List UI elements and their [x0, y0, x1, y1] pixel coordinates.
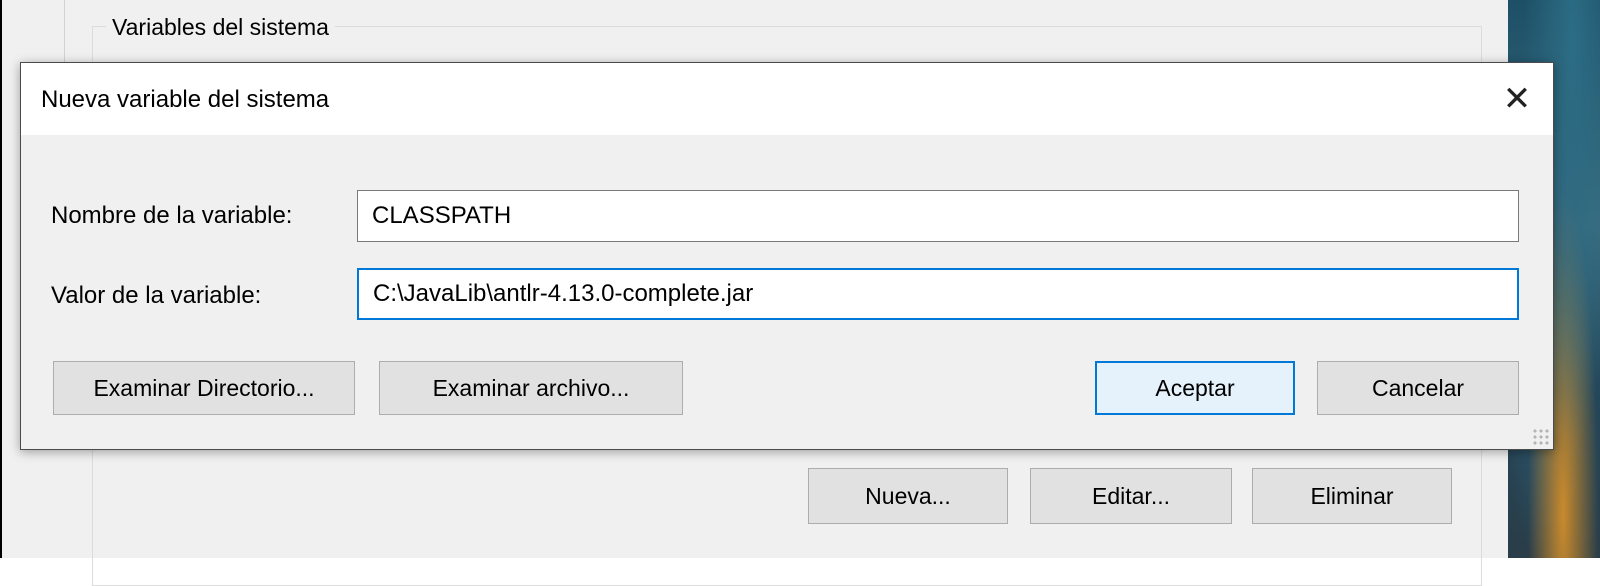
variable-value-input[interactable] — [357, 268, 1519, 320]
dialog-title: Nueva variable del sistema — [41, 86, 330, 113]
variable-name-input[interactable] — [357, 190, 1519, 242]
new-variable-button[interactable]: Nueva... — [808, 468, 1008, 524]
cancel-button[interactable]: Cancelar — [1317, 361, 1519, 415]
ok-button[interactable]: Aceptar — [1095, 361, 1295, 415]
new-system-variable-dialog: Nueva variable del sistema ✕ Nombre de l… — [20, 62, 1554, 450]
browse-file-button[interactable]: Examinar archivo... — [379, 361, 683, 415]
system-variables-group-title: Variables del sistema — [106, 12, 335, 42]
dialog-titlebar: Nueva variable del sistema ✕ — [21, 63, 1553, 135]
edit-variable-button[interactable]: Editar... — [1030, 468, 1232, 524]
browse-directory-button[interactable]: Examinar Directorio... — [53, 361, 355, 415]
resize-grip-icon[interactable] — [1532, 428, 1550, 446]
variable-name-label: Nombre de la variable: — [51, 202, 293, 229]
variable-value-label: Valor de la variable: — [51, 282, 262, 309]
delete-variable-button[interactable]: Eliminar — [1252, 468, 1452, 524]
close-icon[interactable]: ✕ — [1481, 63, 1553, 135]
